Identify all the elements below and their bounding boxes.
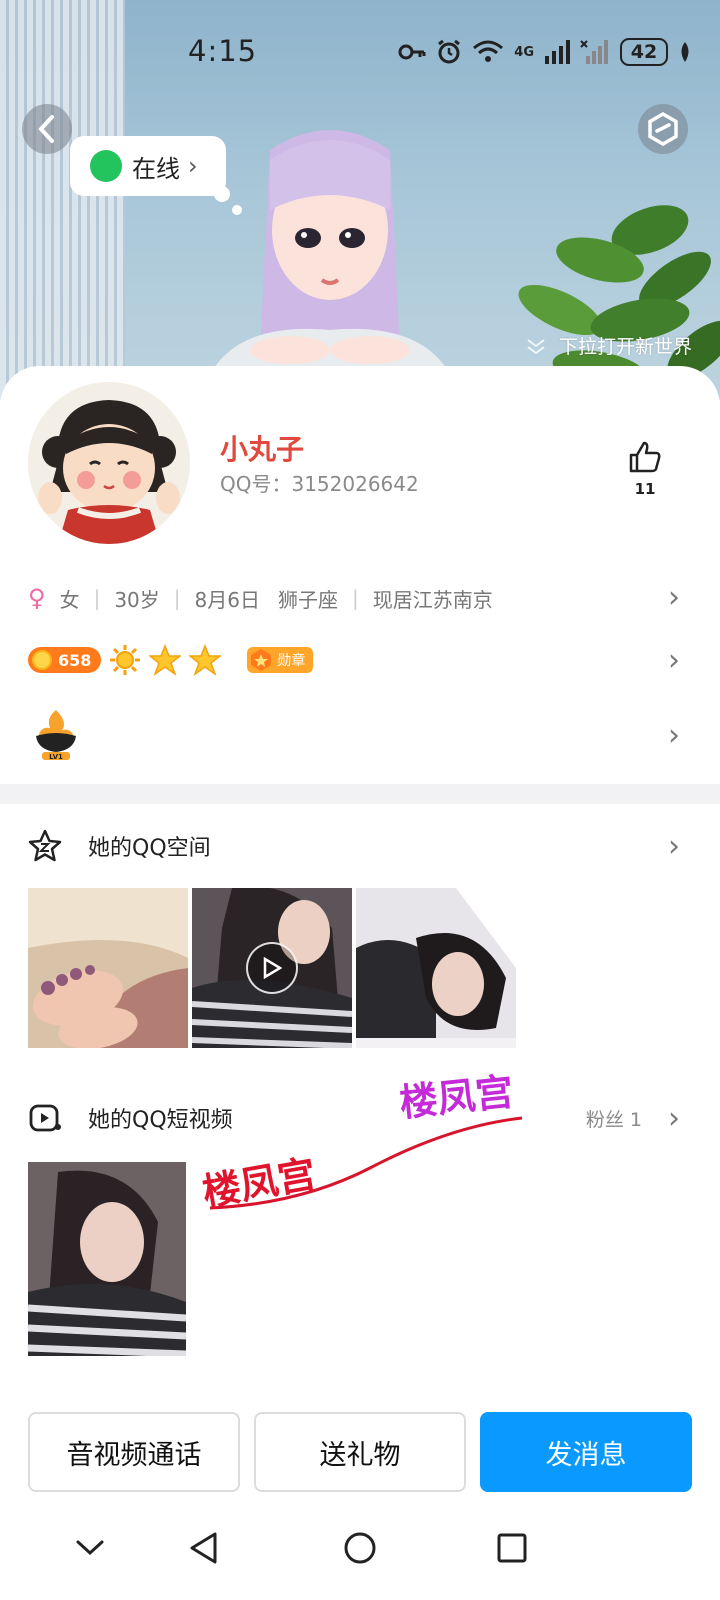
- chevron-right-icon: ›: [668, 580, 680, 615]
- avatar[interactable]: [28, 382, 190, 544]
- shortvideo-icon: [29, 1104, 61, 1132]
- separator: |: [351, 586, 359, 610]
- chevron-right-icon: ›: [188, 152, 198, 180]
- chevron-down-icon: [76, 1540, 104, 1556]
- key-icon: [398, 44, 426, 60]
- signal-2-icon: [580, 40, 608, 64]
- qzone-photo[interactable]: [28, 888, 188, 1048]
- bubble-tail-small: [232, 205, 242, 215]
- status-icons: 4G 42: [398, 38, 692, 66]
- send-gift-button[interactable]: 送礼物: [254, 1412, 466, 1492]
- online-dot: [90, 150, 122, 182]
- video-thumb-image: [28, 1162, 186, 1356]
- photo-lying-selfie: [356, 888, 516, 1048]
- star-icon: [149, 644, 182, 676]
- gender: 女: [59, 587, 80, 612]
- back-button[interactable]: [22, 104, 72, 154]
- chevron-right-icon: ›: [668, 718, 680, 753]
- thumbs-up-icon: [629, 441, 661, 473]
- circle-home-icon: [344, 1532, 376, 1564]
- like-count: 11: [634, 480, 656, 498]
- play-button[interactable]: [246, 942, 298, 994]
- nav-hide-button[interactable]: [70, 1528, 110, 1568]
- like-button[interactable]: 11: [620, 440, 670, 498]
- double-chevron-down-icon: [527, 338, 545, 354]
- qq-number[interactable]: QQ号：3152026642: [220, 468, 419, 497]
- coin-level-badge: 658: [28, 647, 102, 673]
- square-recents-icon: [497, 1533, 527, 1563]
- female-icon: ♀: [28, 584, 46, 612]
- coin-icon: [32, 650, 52, 670]
- watermark: 楼凤宫 楼凤宫: [200, 1072, 523, 1215]
- qzone-photo-row: [28, 888, 516, 1048]
- level-row[interactable]: LV1 ›: [28, 708, 688, 764]
- medal-label: 勋章: [277, 653, 306, 669]
- qzone-video-photo[interactable]: [192, 888, 352, 1048]
- chevron-right-icon: ›: [668, 1100, 680, 1136]
- separator: |: [93, 586, 101, 610]
- basic-info-row[interactable]: ♀ 女 | 30岁 | 8月6日 狮子座 | 现居江苏南京 ›: [28, 578, 688, 618]
- wifi-icon: [473, 40, 504, 62]
- av-call-button[interactable]: 音视频通话: [28, 1412, 240, 1492]
- signal-icon: [545, 40, 570, 64]
- alarm-icon: [438, 39, 461, 64]
- chevron-right-icon: ›: [668, 828, 680, 864]
- battery-indicator: 42: [620, 38, 668, 66]
- shortvideo-thumbnail[interactable]: [28, 1162, 186, 1356]
- avatar-cartoon-girl: [28, 382, 190, 544]
- hexagon-icon: [648, 112, 678, 146]
- age: 30岁: [114, 587, 160, 612]
- leaf-icon: [681, 42, 689, 62]
- shortvideo-header[interactable]: 她的QQ短视频 粉丝 1 ›: [28, 1096, 688, 1140]
- nav-home-button[interactable]: [340, 1528, 380, 1568]
- nav-recents-button[interactable]: [492, 1528, 532, 1568]
- hexagon-menu-button[interactable]: [638, 104, 688, 154]
- action-bar: 音视频通话 送礼物 发消息: [28, 1412, 692, 1492]
- level-flame-icon: LV1: [36, 710, 76, 761]
- coin-level: 658: [58, 650, 92, 670]
- network-type: 4G: [514, 44, 534, 60]
- shortvideo-fans[interactable]: 粉丝 1: [586, 1105, 642, 1132]
- photo-feet: [28, 888, 188, 1048]
- star-icon: [189, 644, 222, 676]
- qzone-header[interactable]: 她的QQ空间 ›: [28, 824, 688, 868]
- birthday: 8月6日: [194, 587, 260, 612]
- online-status-bubble[interactable]: 在线 ›: [70, 136, 226, 196]
- nav-back-button[interactable]: [184, 1528, 224, 1568]
- watermark-text: 楼凤宫: [200, 1152, 319, 1215]
- level-label: LV1: [49, 753, 63, 761]
- section-divider: [0, 784, 720, 804]
- avatar-3d-character[interactable]: [200, 120, 460, 400]
- bubble-tail: [214, 186, 230, 202]
- chevron-left-icon: [38, 115, 54, 143]
- zodiac: 狮子座: [277, 587, 338, 612]
- nickname: 小丸子: [220, 433, 305, 466]
- qzone-photo[interactable]: [356, 888, 516, 1048]
- separator: |: [173, 586, 181, 610]
- medal-icon: [251, 649, 272, 671]
- sun-icon: [110, 645, 141, 675]
- pulldown-hint-label: 下拉打开新世界: [558, 336, 692, 358]
- system-nav-bar: [0, 1528, 720, 1600]
- chevron-right-icon: ›: [668, 642, 680, 678]
- qzone-star-icon: [28, 829, 62, 862]
- send-message-button[interactable]: 发消息: [480, 1412, 692, 1492]
- medal-badge: 勋章: [247, 647, 314, 673]
- profile-banner[interactable]: 4:15 4G 42 在线 › 下拉打开新世界: [0, 0, 720, 400]
- play-icon: [263, 957, 282, 979]
- triangle-back-icon: [190, 1532, 217, 1564]
- status-bar: 4:15 4G 42: [0, 28, 720, 78]
- shortvideo-title: 她的QQ短视频: [88, 1108, 233, 1133]
- pulldown-hint[interactable]: 下拉打开新世界: [525, 332, 692, 359]
- online-status-label: 在线: [132, 154, 180, 183]
- status-time: 4:15: [188, 34, 258, 68]
- badge-row[interactable]: 658 勋章 ›: [28, 640, 688, 680]
- location: 现居江苏南京: [372, 587, 493, 612]
- qzone-title: 她的QQ空间: [88, 836, 211, 861]
